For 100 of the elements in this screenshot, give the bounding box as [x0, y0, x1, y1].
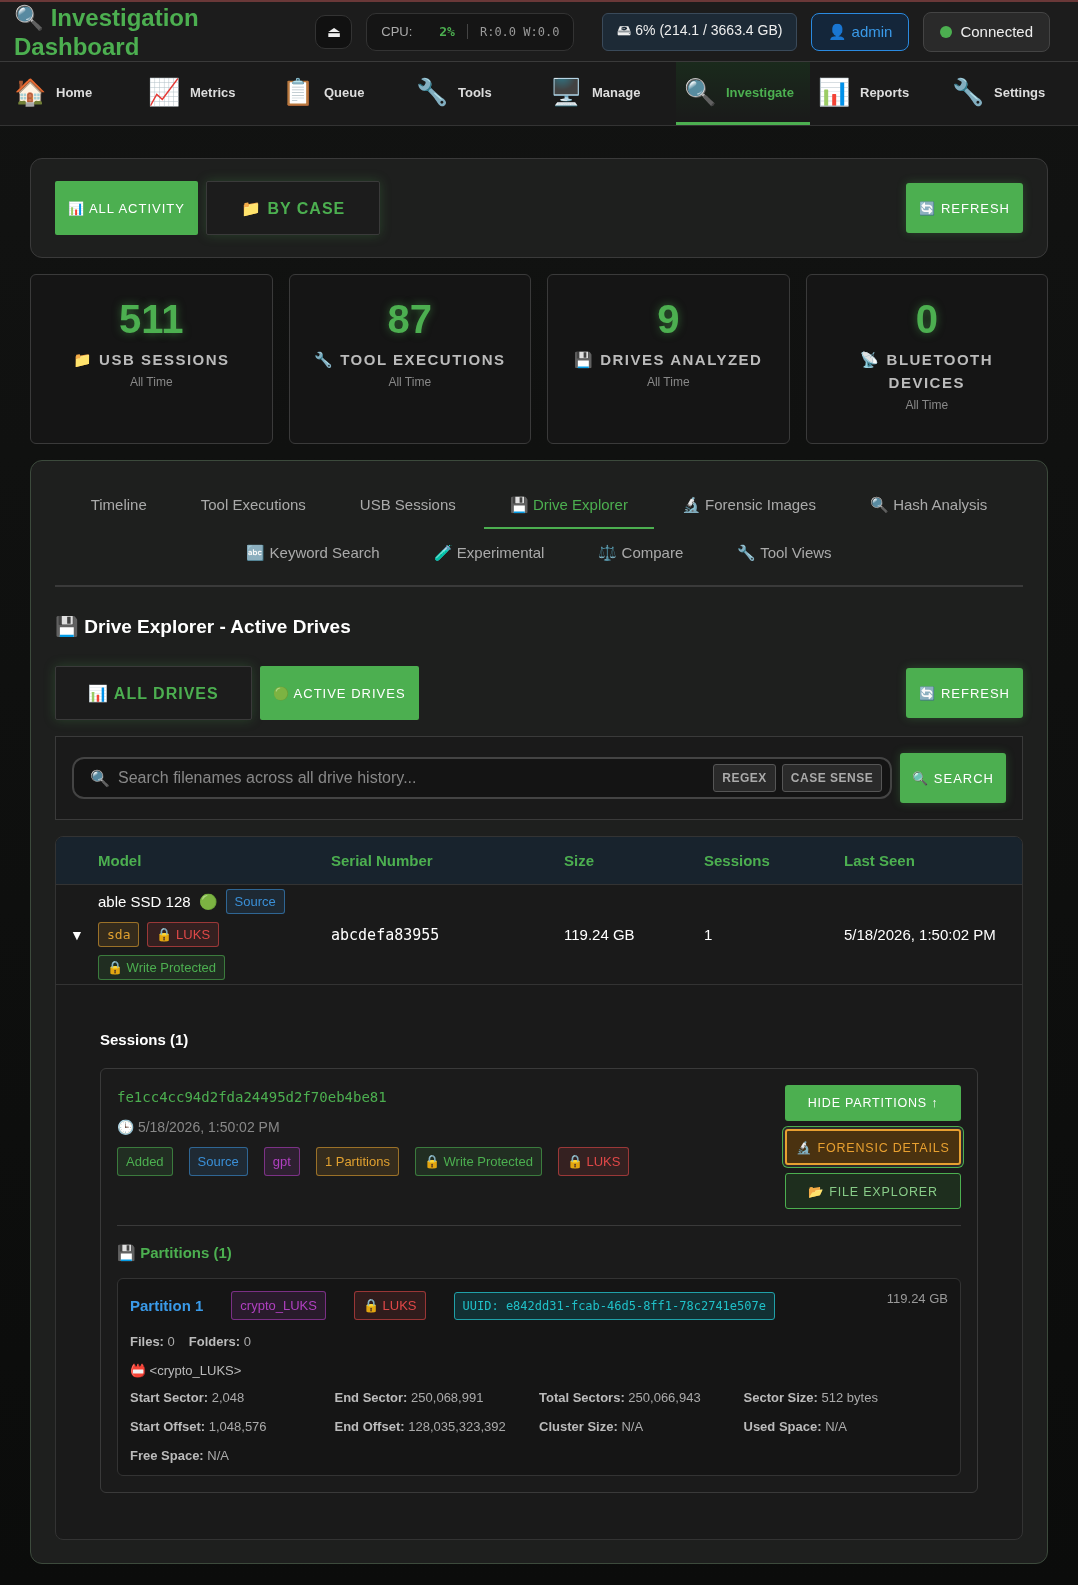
stat-value: 87	[387, 297, 432, 342]
table-cell-text: 119.24 GB	[564, 926, 636, 943]
property-text: Free Space: N/A	[130, 1448, 230, 1463]
connection-label: Connected	[960, 23, 1033, 40]
count-text: Files: 0	[130, 1334, 175, 1349]
action-button[interactable]: 🔬 FORENSIC DETAILS	[785, 1129, 961, 1165]
column-header: Last Seen	[844, 852, 916, 869]
tab[interactable]: 🔬 Forensic Images	[655, 481, 842, 529]
table-cell-text: 5/18/2026, 1:50:02 PM	[844, 926, 997, 943]
nav-item[interactable]: 🖥 Manage	[542, 62, 676, 125]
nav-item[interactable]: 🔧 Settings	[944, 62, 1078, 125]
partition-size: 119.24 GB	[886, 1291, 948, 1306]
view-toggle[interactable]: 📁 BY CASE	[205, 181, 381, 235]
tag: crypto_LUKS	[231, 1291, 326, 1320]
tab[interactable]: 💾 Drive Explorer	[483, 481, 654, 529]
tag: Source	[188, 1147, 248, 1176]
nav-icon: 📈	[148, 79, 180, 105]
nav-icon: 🔧	[952, 79, 984, 105]
eject-button[interactable]: ⏏	[315, 14, 353, 49]
tag: sda	[98, 922, 140, 947]
nav-label: Reports	[860, 84, 910, 100]
stat-period: All Time	[388, 375, 432, 389]
column-header: Sessions	[704, 852, 771, 869]
nav-icon: 📋	[282, 79, 314, 105]
column-header: Serial Number	[331, 852, 434, 869]
stat-value: 511	[119, 297, 184, 342]
session-id: fe1cc4cc94d2fda24495d2f70eb4be81	[117, 1089, 388, 1105]
session-time: 🕒 5/18/2026, 1:50:02 PM	[117, 1119, 281, 1135]
nav-label: Investigate	[726, 84, 794, 100]
stat-period: All Time	[646, 375, 690, 389]
table-cell-text: 1	[704, 926, 714, 943]
section-title: 💾 Drive Explorer - Active Drives	[55, 615, 352, 638]
nav-label: Home	[56, 84, 93, 100]
nav-item[interactable]: 🔧 Tools	[408, 62, 542, 125]
nav-item[interactable]: 🔍 Investigate	[676, 62, 810, 125]
property-text: Cluster Size: N/A	[539, 1419, 645, 1434]
tag: gpt	[263, 1147, 300, 1176]
partitions-heading: 💾 Partitions (1)	[117, 1244, 233, 1262]
tab[interactable]: 🔍 Hash Analysis	[843, 481, 1014, 529]
property-text: End Offset: 128,035,323,392	[334, 1419, 507, 1434]
tag: 1 Partitions	[315, 1147, 399, 1176]
tab[interactable]: Timeline	[64, 481, 173, 529]
nav-label: Tools	[458, 84, 492, 100]
nav-item[interactable]: 📊 Reports	[810, 62, 944, 125]
expand-toggle[interactable]: ▼	[70, 926, 84, 943]
io-reading: R:0.0 W:0.0	[479, 24, 560, 39]
stat-period: All Time	[905, 398, 949, 412]
nav-icon: 🔍	[684, 79, 716, 105]
count-text: Folders: 0	[188, 1334, 251, 1349]
filesystem-label: 📛 <crypto_LUKS>	[130, 1363, 243, 1378]
stat-label: 💾 DRIVES ANALYZED	[574, 350, 763, 370]
cpu-value: 2%	[439, 24, 468, 39]
tag: 🔒 Write Protected	[414, 1147, 542, 1176]
tag: 🔒 LUKS	[557, 1147, 630, 1176]
nav-icon: 🏠	[14, 79, 46, 105]
property-text: Start Sector: 2,048	[130, 1390, 246, 1405]
tag: 🔒 Write Protected	[98, 955, 225, 980]
stat-label: 📁 USB SESSIONS	[72, 350, 230, 370]
cpu-label: CPU:	[381, 24, 414, 39]
sessions-heading: Sessions (1)	[100, 1031, 190, 1048]
nav-icon: 📊	[818, 79, 850, 105]
nav-icon: 🔧	[416, 79, 448, 105]
stat-value: 0	[915, 297, 938, 342]
partition-name: Partition 1	[130, 1297, 204, 1314]
stat-label: 🔧 TOOL EXECUTIONS	[314, 350, 506, 370]
action-button[interactable]: 📂 FILE EXPLORER	[785, 1173, 961, 1209]
stat-period: All Time	[129, 375, 173, 389]
nav-item[interactable]: 📋 Queue	[274, 62, 408, 125]
option-toggle[interactable]: CASE SENSE	[781, 764, 883, 792]
property-text: Start Offset: 1,048,576	[130, 1419, 268, 1434]
nav-label: Queue	[324, 84, 365, 100]
app-title: 🔍 Investigation Dashboard	[14, 2, 200, 61]
nav-label: Manage	[592, 84, 641, 100]
nav-item[interactable]: 🏠 Home	[6, 62, 140, 125]
nav-label: Settings	[994, 84, 1046, 100]
column-header: Model	[98, 852, 143, 869]
tab[interactable]: ⚖ Compare	[572, 529, 710, 577]
search-field[interactable]: 🔍 Search filenames across all drive history... REGEX CASE SENSE	[72, 757, 893, 799]
user-button[interactable]: 👤 admin	[811, 12, 910, 51]
option-toggle[interactable]: REGEX	[713, 764, 776, 792]
tab[interactable]: Tool Executions	[174, 481, 332, 529]
stat-value: 9	[657, 297, 680, 342]
property-text: Total Sectors: 250,066,943	[539, 1390, 702, 1405]
column-header: Size	[564, 852, 595, 869]
tab[interactable]: USB Sessions	[333, 481, 482, 529]
drive-filter[interactable]: 📊 ALL DRIVES	[55, 666, 252, 720]
tab[interactable]: 🧪 Experimental	[407, 529, 571, 577]
nav-label: Metrics	[190, 84, 236, 100]
search-icon: 🔍	[90, 768, 110, 788]
uuid-tag: UUID: e842dd31-fcab-46d5-8ff1-78c2741e507e	[453, 1291, 775, 1320]
property-text: End Sector: 250,068,991	[334, 1390, 485, 1405]
table-cell-text: abcdefa83955	[331, 925, 441, 944]
tab[interactable]: 🔧 Tool Views	[711, 529, 858, 577]
tag: Added	[117, 1147, 173, 1176]
nav-item[interactable]: 📈 Metrics	[140, 62, 274, 125]
tag: 🔒 LUKS	[353, 1291, 426, 1320]
model-name: able SSD 128	[98, 893, 191, 910]
tab[interactable]: 🔤 Keyword Search	[220, 529, 406, 577]
property-text: Used Space: N/A	[743, 1419, 848, 1434]
stat-label: 📡 BLUETOOTH DEVICES	[859, 350, 995, 393]
